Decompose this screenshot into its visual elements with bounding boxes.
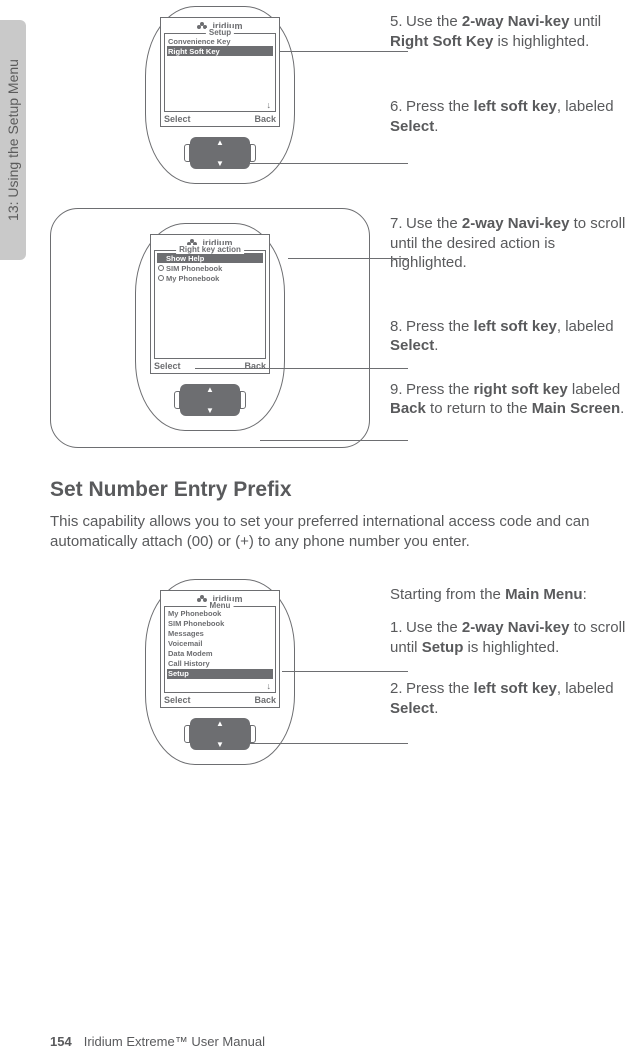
radio-option[interactable]: Show Help xyxy=(157,253,263,263)
menu-item[interactable]: My Phonebook xyxy=(167,609,273,619)
phone-screen: iridium Setup Convenience KeyRight Soft … xyxy=(160,17,280,127)
menu-item[interactable]: Right Soft Key xyxy=(167,46,273,56)
page-number: 154 xyxy=(50,1034,72,1049)
menu-item[interactable]: Messages xyxy=(167,629,273,639)
step-5: 5.Use the 2-way Navi-key until Right Sof… xyxy=(390,12,630,51)
right-soft-key-label[interactable]: Back xyxy=(244,361,266,371)
radio-icon xyxy=(158,255,164,261)
radio-option[interactable]: My Phonebook xyxy=(157,273,263,283)
phone-illustration-2: iridium Right key action Show HelpSIM Ph… xyxy=(135,223,285,431)
step-2: 2.Press the left soft key, labeled Selec… xyxy=(390,679,630,718)
callout-frame: iridium Right key action Show HelpSIM Ph… xyxy=(50,208,370,448)
left-soft-key-label[interactable]: Select xyxy=(164,695,191,705)
page-footer: 154 Iridium Extreme™ User Manual xyxy=(50,1034,265,1049)
menu-item[interactable]: Setup xyxy=(167,669,273,679)
radio-icon xyxy=(158,265,164,271)
intro-line: Starting from the Main Menu: xyxy=(390,585,630,605)
step-1: 1.Use the 2-way Navi-key to scroll until… xyxy=(390,618,630,657)
section-body: This capability allows you to set your p… xyxy=(50,512,630,553)
right-soft-key-label[interactable]: Back xyxy=(254,695,276,705)
menu-item[interactable]: Voicemail xyxy=(167,639,273,649)
phone-screen: iridium Right key action Show HelpSIM Ph… xyxy=(150,234,270,374)
scroll-down-arrow-icon: ↓ xyxy=(267,101,272,110)
screen-title: Menu xyxy=(207,601,234,610)
radio-label: Show Help xyxy=(166,254,204,263)
screen-title: Setup xyxy=(206,28,234,37)
section-title: Set Number Entry Prefix xyxy=(50,478,630,502)
nav-pad[interactable] xyxy=(190,718,250,750)
nav-pad[interactable] xyxy=(190,137,250,169)
phone-illustration-3: iridium Menu My PhonebookSIM PhonebookMe… xyxy=(145,579,295,765)
radio-option[interactable]: SIM Phonebook xyxy=(157,263,263,273)
phone-screen: iridium Menu My PhonebookSIM PhonebookMe… xyxy=(160,590,280,708)
scroll-down-arrow-icon: ↓ xyxy=(267,682,272,691)
radio-label: My Phonebook xyxy=(166,274,219,283)
menu-item[interactable]: Convenience Key xyxy=(167,36,273,46)
screen-title: Right key action xyxy=(176,245,244,254)
radio-icon xyxy=(158,275,164,281)
menu-item[interactable]: Call History xyxy=(167,659,273,669)
left-soft-key-label[interactable]: Select xyxy=(154,361,181,371)
step-6: 6.Press the left soft key, labeled Selec… xyxy=(390,97,630,136)
step-9: 9.Press the right soft key labeled Back … xyxy=(390,380,630,419)
side-tab: 13: Using the Setup Menu xyxy=(0,20,26,260)
phone-illustration-1: iridium Setup Convenience KeyRight Soft … xyxy=(145,6,295,184)
step-8: 8.Press the left soft key, labeled Selec… xyxy=(390,317,630,356)
left-soft-key-label[interactable]: Select xyxy=(164,114,191,124)
radio-label: SIM Phonebook xyxy=(166,264,222,273)
menu-item[interactable]: Data Modem xyxy=(167,649,273,659)
manual-title: Iridium Extreme™ User Manual xyxy=(84,1034,265,1049)
step-7: 7.Use the 2-way Navi-key to scroll until… xyxy=(390,214,630,273)
side-tab-label: 13: Using the Setup Menu xyxy=(5,59,21,221)
menu-item[interactable]: SIM Phonebook xyxy=(167,619,273,629)
right-soft-key-label[interactable]: Back xyxy=(254,114,276,124)
nav-pad[interactable] xyxy=(180,384,240,416)
